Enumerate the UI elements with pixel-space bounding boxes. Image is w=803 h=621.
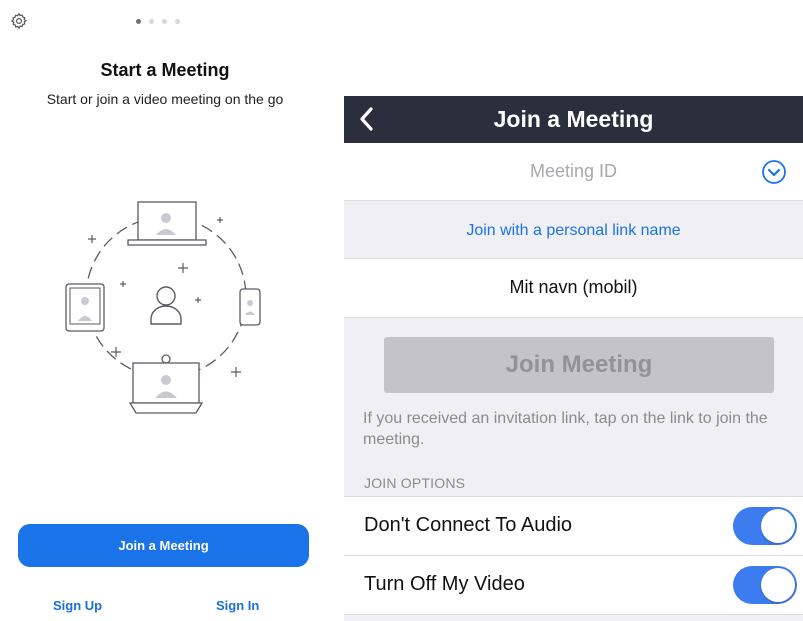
join-options-header: JOIN OPTIONS	[364, 475, 466, 491]
page-title: Start a Meeting	[100, 60, 230, 80]
gear-icon[interactable]	[10, 12, 28, 30]
option-label: Don't Connect To Audio	[364, 514, 573, 536]
display-name-value: Mit navn (mobil)	[509, 277, 638, 297]
page-subtitle: Start or join a video meeting on the go	[46, 91, 284, 107]
option-row-audio: Don't Connect To Audio	[344, 496, 803, 555]
toggle-knob	[761, 509, 795, 543]
invitation-hint: If you received an invitation link, tap …	[363, 410, 768, 448]
video-toggle[interactable]	[733, 566, 797, 604]
join-meeting-screen: Join a Meeting Meeting ID Join with a pe…	[344, 96, 803, 621]
meeting-id-placeholder: Meeting ID	[529, 161, 618, 181]
sign-up-link[interactable]: Sign Up	[53, 598, 102, 613]
toggle-knob	[761, 568, 795, 602]
page-dot	[162, 19, 167, 24]
audio-toggle[interactable]	[733, 507, 797, 545]
join-meeting-button[interactable]: Join Meeting	[384, 337, 774, 393]
option-label: Turn Off My Video	[364, 573, 525, 595]
devices-circle-illustration	[65, 201, 261, 414]
tablet-icon	[65, 283, 105, 332]
option-row-video: Turn Off My Video	[344, 555, 803, 615]
meeting-id-input[interactable]: Meeting ID	[344, 143, 803, 201]
nav-bar: Join a Meeting	[344, 96, 803, 143]
chevron-down-circle-icon[interactable]	[761, 159, 787, 185]
nav-title: Join a Meeting	[493, 106, 654, 132]
page-indicator	[136, 19, 180, 24]
page-dot	[136, 19, 141, 24]
display-name-input[interactable]: Mit navn (mobil)	[344, 258, 803, 318]
room-system-icon	[128, 354, 204, 414]
phone-icon	[239, 288, 261, 326]
laptop-icon	[127, 201, 207, 246]
intro-screen: Start a Meeting Start or join a video me…	[0, 0, 330, 621]
sign-in-link[interactable]: Sign In	[216, 598, 259, 613]
user-icon	[150, 286, 182, 325]
personal-link-name-link[interactable]: Join with a personal link name	[344, 222, 803, 240]
page-dot	[175, 19, 180, 24]
page-dot	[149, 19, 154, 24]
join-meeting-button[interactable]: Join a Meeting	[18, 524, 309, 567]
